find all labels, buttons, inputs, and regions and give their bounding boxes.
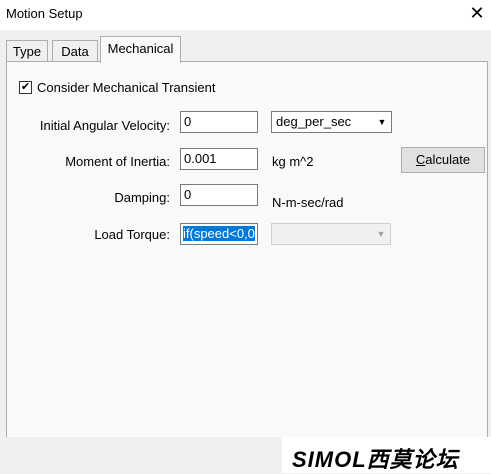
- tab-type-label: Type: [12, 44, 42, 59]
- load-torque-label: Load Torque:: [94, 227, 170, 242]
- calculate-button[interactable]: Calculate: [401, 147, 485, 173]
- initial-angular-velocity-label: Initial Angular Velocity:: [39, 118, 170, 133]
- initial-angular-velocity-input[interactable]: 0: [180, 111, 258, 133]
- tab-data[interactable]: Data: [52, 40, 98, 62]
- tab-strip: Type Data Mechanical: [0, 36, 491, 63]
- damping-input[interactable]: 0: [180, 184, 258, 206]
- angular-velocity-unit-value: deg_per_sec: [276, 114, 352, 129]
- damping-unit: N-m-sec/rad: [272, 195, 344, 210]
- moment-of-inertia-label: Moment of Inertia:: [65, 154, 170, 169]
- calculate-button-label: alculate: [425, 152, 471, 167]
- close-icon[interactable]: ✕: [466, 2, 488, 24]
- angular-velocity-unit-select[interactable]: deg_per_sec ▼: [271, 111, 392, 133]
- damping-label: Damping:: [114, 190, 170, 205]
- tab-type[interactable]: Type: [6, 40, 48, 62]
- tab-mechanical[interactable]: Mechanical: [100, 36, 181, 63]
- moment-of-inertia-unit: kg m^2: [272, 154, 314, 169]
- tab-data-label: Data: [61, 44, 89, 59]
- load-torque-input[interactable]: if(speed<0,0: [180, 223, 258, 245]
- tab-mechanical-label: Mechanical: [107, 41, 174, 56]
- consider-transient-label[interactable]: Consider Mechanical Transient: [37, 80, 215, 95]
- title-bar: Motion Setup ✕: [0, 0, 491, 30]
- load-torque-unit-select: ▼: [271, 223, 391, 245]
- window-title: Motion Setup: [6, 6, 83, 21]
- watermark-text: SIMOL西莫论坛: [292, 447, 459, 472]
- chevron-down-icon: ▼: [376, 229, 386, 239]
- chevron-down-icon: ▼: [377, 117, 387, 127]
- calculate-button-mnemonic: C: [415, 152, 426, 167]
- watermark: SIMOL西莫论坛: [282, 437, 491, 473]
- consider-transient-checkbox[interactable]: ✔: [19, 81, 32, 94]
- moment-of-inertia-input[interactable]: 0.001: [180, 148, 258, 170]
- load-torque-value: if(speed<0,0: [183, 226, 255, 241]
